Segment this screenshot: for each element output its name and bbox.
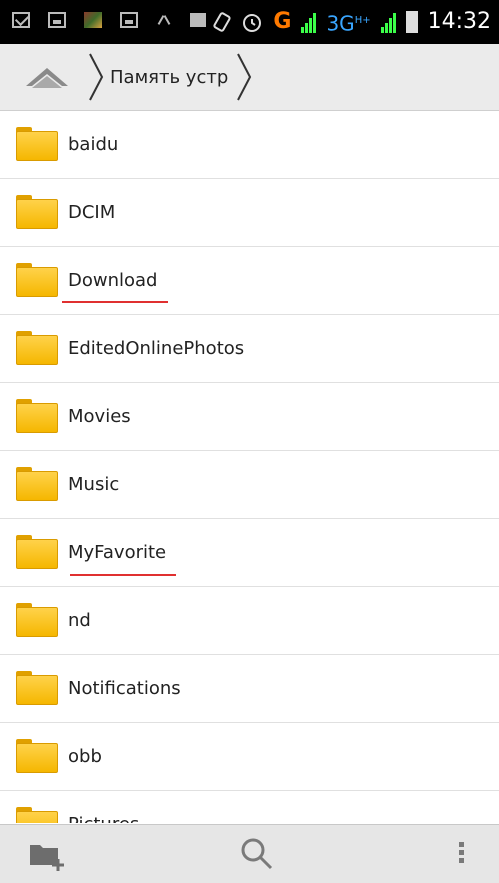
rotation-lock-icon [213, 12, 231, 33]
folder-icon [16, 195, 58, 229]
folder-icon [16, 467, 58, 501]
overflow-menu-icon [458, 842, 464, 847]
list-item[interactable]: MyFavorite [0, 519, 499, 587]
overflow-menu-dot [458, 858, 464, 863]
folder-name: obb [68, 746, 102, 767]
list-item[interactable]: nd [0, 587, 499, 655]
breadcrumb-end-separator-icon [237, 53, 252, 101]
folder-name: Notifications [68, 678, 181, 699]
folder-name: EditedOnlinePhotos [68, 338, 245, 359]
gallery-notification-icon [120, 12, 138, 28]
usb-debugging-icon [156, 12, 172, 28]
folder-icon [16, 263, 58, 297]
folder-icon [16, 603, 58, 637]
folder-name: Download [68, 270, 158, 291]
folder-icon [16, 739, 58, 773]
folder-name: DCIM [68, 202, 116, 223]
signal-strength-icon [301, 11, 317, 34]
network-type-indicator: 3GH+ [326, 11, 371, 36]
breadcrumb-separator-icon [89, 53, 104, 101]
folder-name: baidu [68, 134, 119, 155]
list-item[interactable]: EditedOnlinePhotos [0, 315, 499, 383]
folder-name: Movies [68, 406, 131, 427]
folder-icon [16, 127, 58, 161]
folder-name: nd [68, 610, 91, 631]
list-item[interactable]: DCIM [0, 179, 499, 247]
list-item[interactable]: Movies [0, 383, 499, 451]
second-signal-icon [380, 11, 396, 34]
folder-icon [16, 535, 58, 569]
folder-icon [16, 807, 58, 823]
app-notification-icon [84, 12, 102, 28]
search-icon [241, 838, 273, 870]
battery-icon [405, 11, 418, 34]
network-indicator: G [273, 9, 292, 35]
list-item[interactable]: baidu [0, 111, 499, 179]
overflow-menu-button[interactable] [456, 839, 466, 869]
breadcrumb[interactable]: Память устр [88, 44, 252, 110]
clock: 14:32 [427, 9, 491, 35]
list-item[interactable]: Pictures [0, 791, 499, 823]
breadcrumb-current[interactable]: Память устр [88, 67, 228, 88]
path-bar: Память устр [0, 44, 499, 111]
search-button[interactable] [240, 837, 274, 871]
new-folder-button[interactable] [28, 839, 68, 871]
folder-icon [16, 671, 58, 705]
screenshot-notification-icon [48, 12, 66, 28]
home-button[interactable] [22, 60, 72, 94]
new-folder-icon [30, 845, 64, 871]
list-item[interactable]: Download [0, 247, 499, 315]
bottom-action-bar [0, 824, 499, 883]
highlight-underline [70, 574, 176, 576]
alarm-icon [243, 14, 262, 33]
home-icon [26, 68, 68, 88]
email-notification-icon [12, 12, 30, 28]
folder-name: MyFavorite [68, 542, 167, 563]
folder-icon [16, 399, 58, 433]
highlight-underline [62, 301, 168, 303]
folder-name: Pictures [68, 814, 139, 823]
store-notification-icon [190, 13, 206, 27]
list-item[interactable]: Music [0, 451, 499, 519]
overflow-menu-dot [458, 850, 464, 855]
status-bar: G 3GH+ 14:32 [0, 0, 499, 44]
list-item[interactable]: obb [0, 723, 499, 791]
folder-name: Music [68, 474, 120, 495]
list-item[interactable]: Notifications [0, 655, 499, 723]
folder-icon [16, 331, 58, 365]
folder-list[interactable]: baidu DCIM Download EditedOnlinePhotos M… [0, 111, 499, 823]
